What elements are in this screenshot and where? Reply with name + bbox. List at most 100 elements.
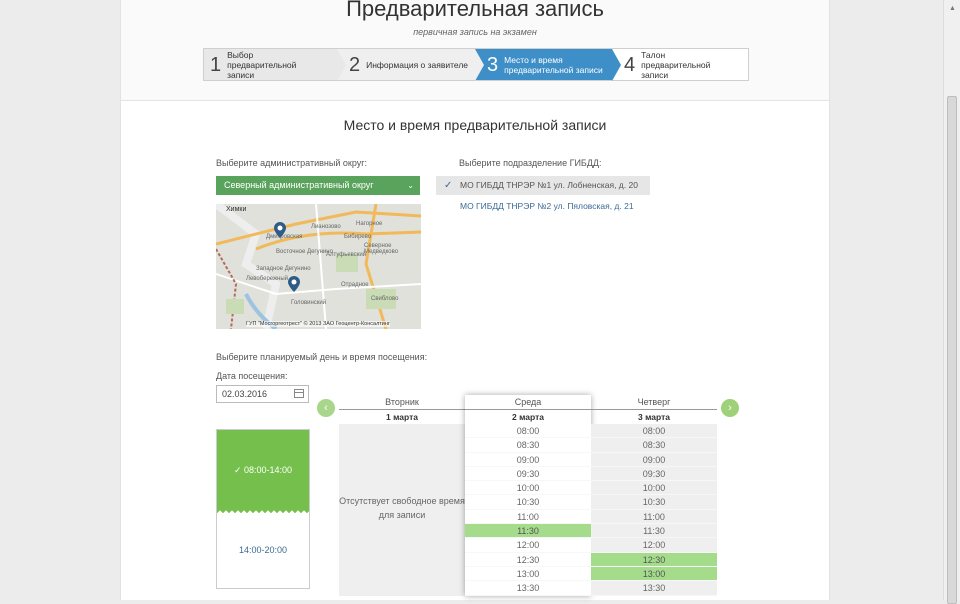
step-progress: 1 Выбор предварительной записи 2 Информа… (203, 48, 749, 81)
step-arrow (475, 49, 484, 81)
step-number: 2 (349, 53, 361, 76)
day-column-wednesday: Среда 2 марта 08:00 08:30 09:00 09:30 10:00 1… (465, 395, 591, 596)
map-label: Свиблово (371, 296, 399, 302)
step-1[interactable]: 1 Выбор предварительной записи (204, 49, 346, 81)
step-label: Талон предварительной записи (641, 49, 711, 80)
map-label: Алтуфьевский (326, 252, 367, 258)
map-label: Лианозово (311, 224, 341, 230)
time-slot[interactable]: 09:30 (465, 466, 591, 482)
time-slot[interactable]: 08:30 (465, 438, 591, 453)
period-label: 08:00-14:00 (244, 465, 293, 475)
period-selector: ✓ 08:00-14:00 14:00-20:00 (216, 429, 310, 589)
calendar-icon[interactable] (294, 389, 304, 398)
chevron-right-icon: › (728, 402, 732, 414)
day-slots: 08:00 08:30 09:00 09:30 10:00 10:30 11:00 11:30… (465, 424, 591, 596)
time-slot[interactable]: 08:00 (591, 424, 717, 439)
day-slots: 08:00 08:30 09:00 09:30 10:00 10:30 11:00 11:30… (591, 424, 717, 596)
map-label: Северное Медведково (364, 243, 399, 255)
time-slot[interactable]: 13:30 (591, 581, 717, 596)
step-arrow (337, 49, 346, 81)
map-label: Бибирево (344, 234, 372, 240)
time-slot[interactable]: 11:30 (465, 524, 591, 539)
district-label: Выберите административный округ: (216, 158, 368, 168)
time-slot[interactable]: 13:00 (591, 566, 717, 582)
map-marker-icon[interactable] (288, 276, 300, 292)
time-slot[interactable]: 13:00 (465, 566, 591, 582)
map-marker-icon[interactable] (274, 222, 286, 238)
time-slot[interactable]: 09:00 (591, 452, 717, 467)
date-label: Дата посещения: (216, 371, 288, 381)
time-slot[interactable]: 10:30 (591, 495, 717, 510)
map-label: Восточное Дегунино (276, 249, 333, 255)
period-morning[interactable]: ✓ 08:00-14:00 (217, 430, 309, 514)
map-label: Левобережный (246, 276, 289, 282)
prev-days-button[interactable]: ‹ (317, 399, 335, 417)
step-label: Выбор предварительной записи (227, 49, 297, 80)
district-select[interactable]: Северный административный округ ⌄ (216, 176, 420, 195)
page-container: Предварительная запись первичная запись … (120, 0, 830, 600)
department-item-label: МО ГИБДД ТНРЭР №1 ул. Лобненская, д. 20 (460, 180, 638, 190)
chevron-down-icon: ⌄ (407, 181, 414, 190)
page-scrollbar[interactable]: ▲ (943, 0, 960, 604)
day-column-thursday: Четверг 3 марта 08:00 08:30 09:00 09:30 10:0… (591, 395, 717, 596)
time-slot[interactable]: 10:00 (465, 481, 591, 496)
time-slot[interactable]: 11:30 (591, 524, 717, 539)
time-slot[interactable]: 11:00 (591, 509, 717, 525)
day-name: Вторник (385, 397, 419, 407)
page-title: Предварительная запись (346, 0, 604, 21)
header-band: Предварительная запись первичная запись … (121, 0, 829, 101)
step-4[interactable]: 4 Талон предварительной записи (612, 49, 748, 80)
department-item-2[interactable]: МО ГИБДД ТНРЭР №2 ул. Пяловская, д. 21 (436, 197, 650, 216)
step-arrow (612, 49, 621, 81)
day-name: Четверг (637, 397, 671, 407)
day-name: Среда (514, 397, 542, 407)
map-label: Нагорное (356, 221, 383, 227)
step-3[interactable]: 3 Место и время предварительной записи (475, 49, 621, 81)
no-slots-message: Отсутствует свободное время для записи (339, 496, 465, 520)
period-afternoon[interactable]: 14:00-20:00 (217, 510, 309, 590)
step-number: 4 (624, 53, 636, 76)
map-label: Западное Дегунино (256, 266, 311, 272)
day-date: 3 марта (591, 409, 717, 424)
schedule-label: Выберите планируемый день и время посеще… (216, 352, 428, 362)
scrollbar-thumb[interactable] (947, 96, 957, 604)
time-slot[interactable]: 10:30 (465, 495, 591, 510)
date-input[interactable]: 02.03.2016 (216, 385, 309, 403)
scroll-up-icon[interactable]: ▲ (949, 5, 956, 12)
check-icon: ✓ (233, 465, 244, 475)
step-label: Информация о заявителе (366, 59, 469, 70)
time-slot[interactable]: 09:00 (465, 452, 591, 467)
time-slot[interactable]: 12:00 (465, 538, 591, 553)
time-slot[interactable]: 08:30 (591, 438, 717, 453)
department-item-1[interactable]: ✓ МО ГИБДД ТНРЭР №1 ул. Лобненская, д. 2… (436, 176, 650, 195)
step-2[interactable]: 2 Информация о заявителе (337, 49, 484, 81)
step-label: Место и время предварительной записи (504, 54, 603, 75)
time-slot[interactable]: 10:00 (591, 481, 717, 496)
map-label: Химки (226, 206, 247, 213)
district-selected-value: Северный административный округ (224, 180, 374, 190)
page-subtitle: первичная запись на экзамен (413, 27, 537, 37)
time-slot[interactable]: 12:30 (465, 552, 591, 567)
department-list: ✓ МО ГИБДД ТНРЭР №1 ул. Лобненская, д. 2… (436, 176, 650, 216)
day-date: 1 марта (339, 409, 465, 424)
step-number: 1 (210, 53, 222, 76)
time-slot[interactable]: 13:30 (465, 581, 591, 596)
next-days-button[interactable]: › (721, 399, 739, 417)
map-label: Головинский (291, 300, 327, 306)
day-slots: Отсутствует свободное время для записи (339, 424, 465, 596)
period-label: 14:00-20:00 (238, 545, 288, 555)
time-slot[interactable]: 12:00 (591, 538, 717, 553)
time-slot[interactable]: 12:30 (591, 552, 717, 567)
time-slot[interactable]: 08:00 (465, 424, 591, 439)
step-number: 3 (487, 53, 499, 76)
map-roads (216, 204, 421, 329)
day-column-tuesday: Вторник 1 марта Отсутствует свободное вр… (339, 395, 465, 596)
district-map[interactable]: Химки Нагорное Дмитровская Бибирево Севе… (216, 204, 421, 329)
check-icon: ✓ (444, 180, 453, 191)
time-slot[interactable]: 11:00 (465, 509, 591, 525)
section-title: Место и время предварительной записи (343, 117, 607, 133)
map-label: Отрадное (341, 282, 369, 288)
department-label: Выберите подразделение ГИБДД: (459, 158, 602, 168)
time-slot[interactable]: 09:30 (591, 466, 717, 482)
chevron-left-icon: ‹ (324, 402, 328, 414)
